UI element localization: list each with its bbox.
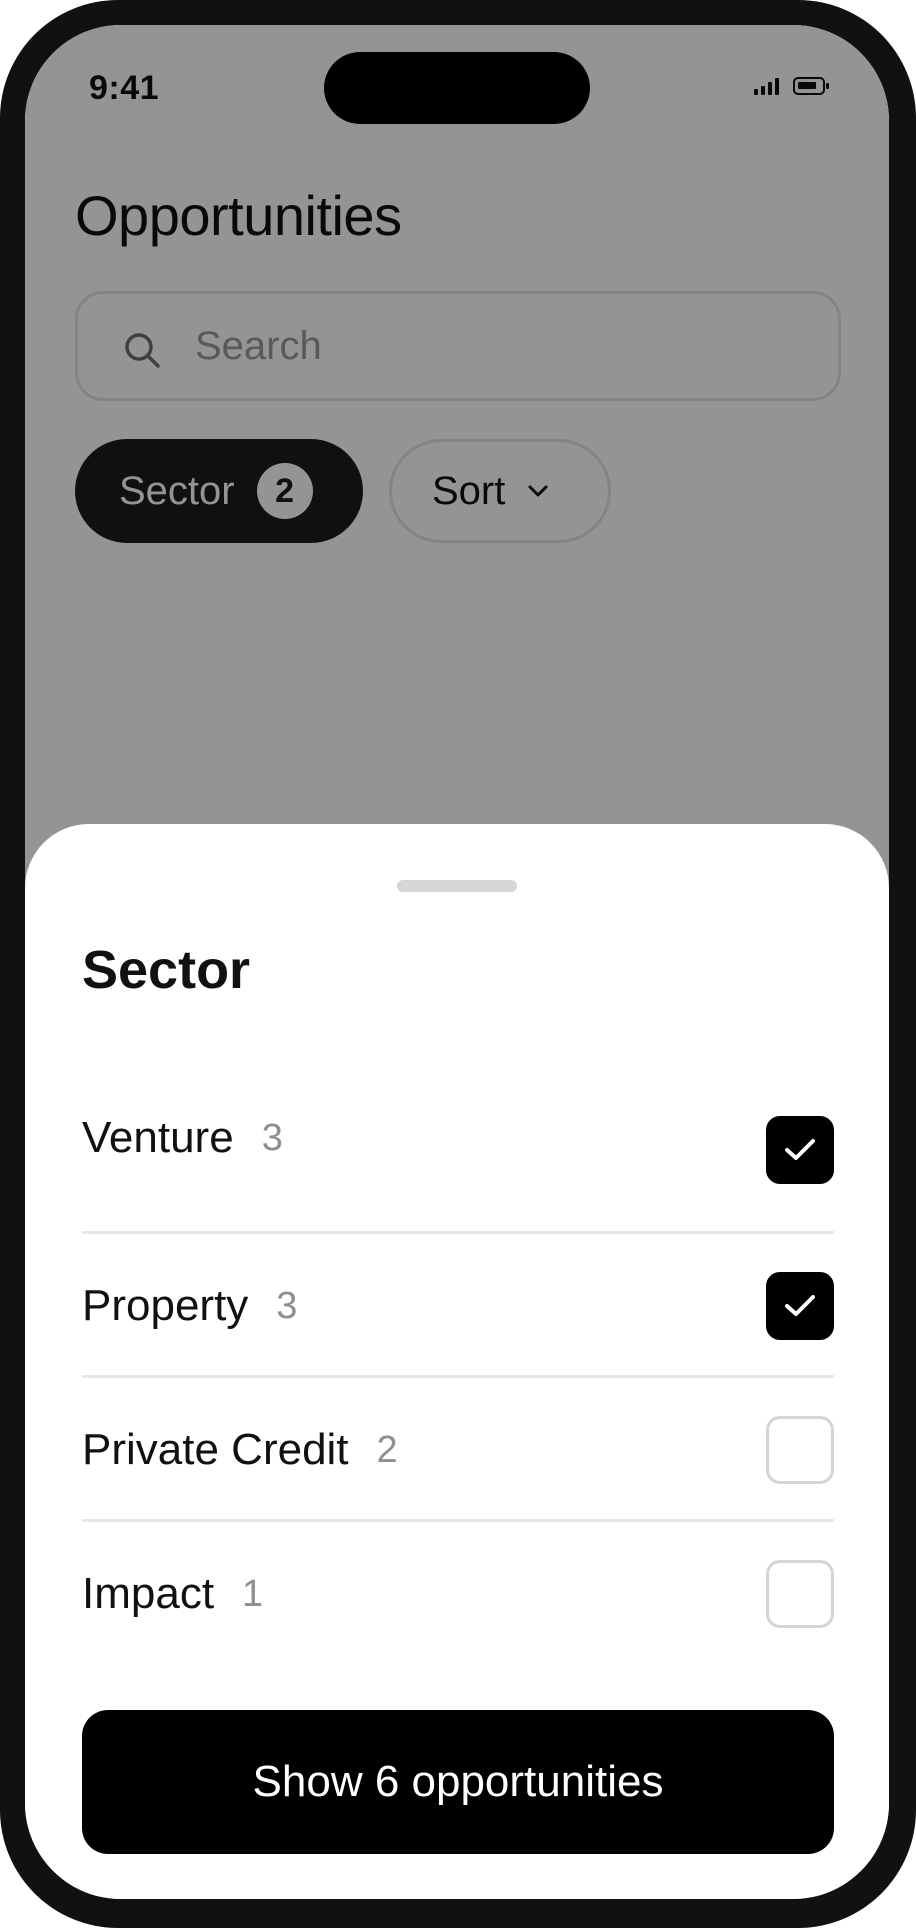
option-count: 2: [376, 1428, 398, 1471]
option-text: Property 3: [82, 1234, 297, 1378]
option-label: Venture: [82, 1113, 234, 1162]
phone-frame: 9:41 Opportunities Sector 2: [0, 0, 916, 1928]
check-icon: [785, 1139, 815, 1160]
sheet-drag-handle[interactable]: [397, 880, 517, 892]
option-count: 1: [242, 1572, 264, 1615]
sector-option-private-credit[interactable]: Private Credit 2: [82, 1378, 834, 1522]
checkbox[interactable]: [766, 1416, 834, 1484]
sector-bottom-sheet: Sector Venture 3 Property 3 Private Cred…: [25, 824, 889, 1899]
option-count: 3: [261, 1116, 283, 1159]
checkbox[interactable]: [766, 1560, 834, 1628]
checkbox[interactable]: [766, 1116, 834, 1184]
checkbox[interactable]: [766, 1272, 834, 1340]
sector-option-property[interactable]: Property 3: [82, 1234, 834, 1378]
sector-option-impact[interactable]: Impact 1: [82, 1522, 834, 1666]
sector-option-venture[interactable]: Venture 3: [82, 1090, 834, 1234]
option-label: Property: [82, 1281, 249, 1330]
option-label: Impact: [82, 1569, 215, 1618]
option-label: Private Credit: [82, 1425, 349, 1474]
screen: 9:41 Opportunities Sector 2: [25, 25, 889, 1899]
check-icon: [785, 1295, 815, 1316]
option-text: Impact 1: [82, 1522, 263, 1666]
sector-option-list: Venture 3 Property 3 Private Credit 2 Im…: [82, 1090, 834, 1666]
option-count: 3: [276, 1284, 298, 1327]
option-text: Venture 3: [82, 1078, 283, 1198]
option-text: Private Credit 2: [82, 1378, 398, 1522]
dynamic-island: [324, 52, 590, 124]
sheet-title: Sector: [82, 940, 251, 1000]
show-opportunities-button[interactable]: Show 6 opportunities: [82, 1710, 834, 1854]
